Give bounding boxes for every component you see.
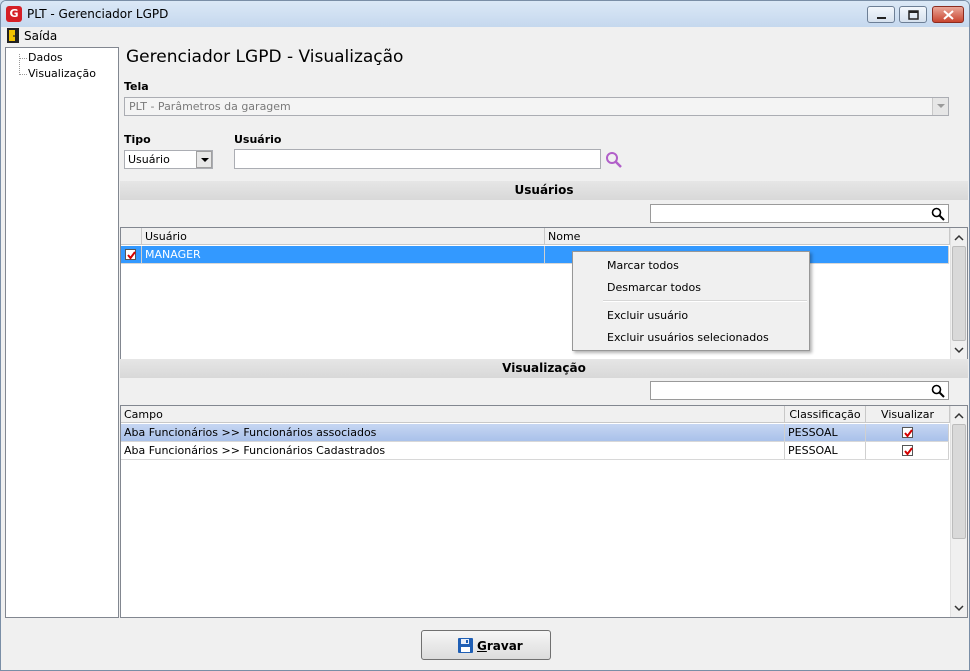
row-checkbox[interactable]: [125, 249, 136, 260]
menu-item-desmarcar-todos[interactable]: Desmarcar todos: [607, 281, 701, 294]
menu-exit[interactable]: Saída: [24, 29, 57, 43]
table-row[interactable]: Aba Funcionários >> Funcionários Cadastr…: [121, 442, 949, 460]
app-logo-icon: G: [6, 6, 22, 22]
users-select-column-header: [121, 228, 142, 245]
view-scroll-thumb[interactable]: [952, 424, 966, 539]
scroll-up-icon[interactable]: [951, 230, 967, 246]
title-bar: G PLT - Gerenciador LGPD: [1, 1, 969, 27]
tipo-select[interactable]: Usuário: [124, 150, 213, 169]
cell-classificacao: PESSOAL: [785, 424, 866, 441]
exit-door-icon: [7, 28, 19, 43]
view-grid-header: Campo Classificação Visualizar: [121, 406, 950, 423]
visualizar-checkbox[interactable]: [902, 445, 913, 456]
scroll-down-icon[interactable]: [951, 342, 967, 358]
tree-item-visualizacao[interactable]: Visualização: [28, 67, 96, 80]
context-menu: Marcar todos Desmarcar todos Excluir usu…: [572, 251, 810, 351]
navigation-tree: Dados Visualização: [5, 47, 119, 618]
visualizar-checkbox[interactable]: [902, 427, 913, 438]
restore-icon: [908, 10, 919, 20]
floppy-disk-icon: [458, 638, 473, 653]
tela-select[interactable]: PLT - Parâmetros da garagem: [124, 97, 949, 116]
chevron-down-icon: [201, 158, 209, 162]
chevron-down-icon: [937, 104, 945, 108]
column-header-classificacao[interactable]: Classificação: [785, 406, 866, 423]
usuario-label: Usuário: [234, 133, 282, 146]
view-section-header: Visualização: [120, 359, 968, 378]
checkmark-icon: [904, 447, 913, 456]
menu-bar: Saída: [2, 27, 968, 45]
users-grid-scrollbar[interactable]: [950, 228, 967, 359]
menu-item-excluir-selecionados[interactable]: Excluir usuários selecionados: [607, 331, 769, 344]
tela-label: Tela: [124, 80, 149, 93]
tipo-dropdown-button[interactable]: [196, 151, 212, 168]
users-filter-input[interactable]: [650, 204, 949, 223]
scroll-down-icon[interactable]: [951, 600, 967, 616]
close-button[interactable]: [932, 6, 964, 23]
scroll-up-icon[interactable]: [951, 408, 967, 424]
cell-usuario: MANAGER: [142, 246, 545, 263]
tela-dropdown-button[interactable]: [932, 98, 948, 115]
menu-item-marcar-todos[interactable]: Marcar todos: [607, 259, 679, 272]
row-checkbox-cell: [121, 246, 142, 263]
view-filter-input[interactable]: [650, 381, 949, 400]
tree-connector: [19, 58, 27, 59]
users-grid: Usuário Nome MANAGER: [120, 227, 968, 360]
menu-item-excluir-usuario[interactable]: Excluir usuário: [607, 309, 688, 322]
search-icon[interactable]: [931, 207, 945, 221]
menu-separator: [603, 300, 807, 302]
page-title: Gerenciador LGPD - Visualização: [126, 47, 404, 67]
minimize-button[interactable]: [867, 6, 895, 23]
tipo-label: Tipo: [124, 133, 151, 146]
users-grid-header: Usuário Nome: [121, 228, 950, 245]
column-header-nome[interactable]: Nome: [545, 228, 950, 245]
search-icon[interactable]: [605, 151, 623, 169]
cell-campo: Aba Funcionários >> Funcionários Cadastr…: [121, 442, 785, 459]
cell-visualizar: [866, 442, 949, 459]
users-section-header: Usuários: [120, 181, 968, 200]
usuario-input[interactable]: [234, 149, 601, 169]
cell-visualizar: [866, 424, 949, 441]
tela-value: PLT - Parâmetros da garagem: [129, 100, 291, 113]
save-button-label: Gravar: [477, 639, 523, 653]
close-icon: [943, 10, 954, 20]
save-button[interactable]: Gravar: [421, 630, 551, 660]
cell-campo: Aba Funcionários >> Funcionários associa…: [121, 424, 785, 441]
column-header-campo[interactable]: Campo: [121, 406, 785, 423]
view-grid-scrollbar[interactable]: [950, 406, 967, 617]
view-grid: Campo Classificação Visualizar Aba Funci…: [120, 405, 968, 618]
checkmark-icon: [904, 429, 913, 438]
table-row[interactable]: Aba Funcionários >> Funcionários associa…: [121, 424, 949, 442]
column-header-visualizar[interactable]: Visualizar: [866, 406, 950, 423]
maximize-button[interactable]: [899, 6, 927, 23]
tipo-value: Usuário: [128, 153, 170, 166]
tree-connector: [19, 74, 27, 75]
column-header-usuario[interactable]: Usuário: [142, 228, 545, 245]
table-row[interactable]: MANAGER: [121, 246, 949, 264]
minimize-icon: [877, 17, 886, 19]
tree-item-dados[interactable]: Dados: [28, 51, 63, 64]
window-title: PLT - Gerenciador LGPD: [27, 7, 169, 21]
checkmark-icon: [127, 251, 136, 260]
app-window: G PLT - Gerenciador LGPD Saída Dados Vis…: [0, 0, 970, 671]
cell-classificacao: PESSOAL: [785, 442, 866, 459]
users-scroll-thumb[interactable]: [952, 246, 966, 341]
search-icon[interactable]: [931, 384, 945, 398]
